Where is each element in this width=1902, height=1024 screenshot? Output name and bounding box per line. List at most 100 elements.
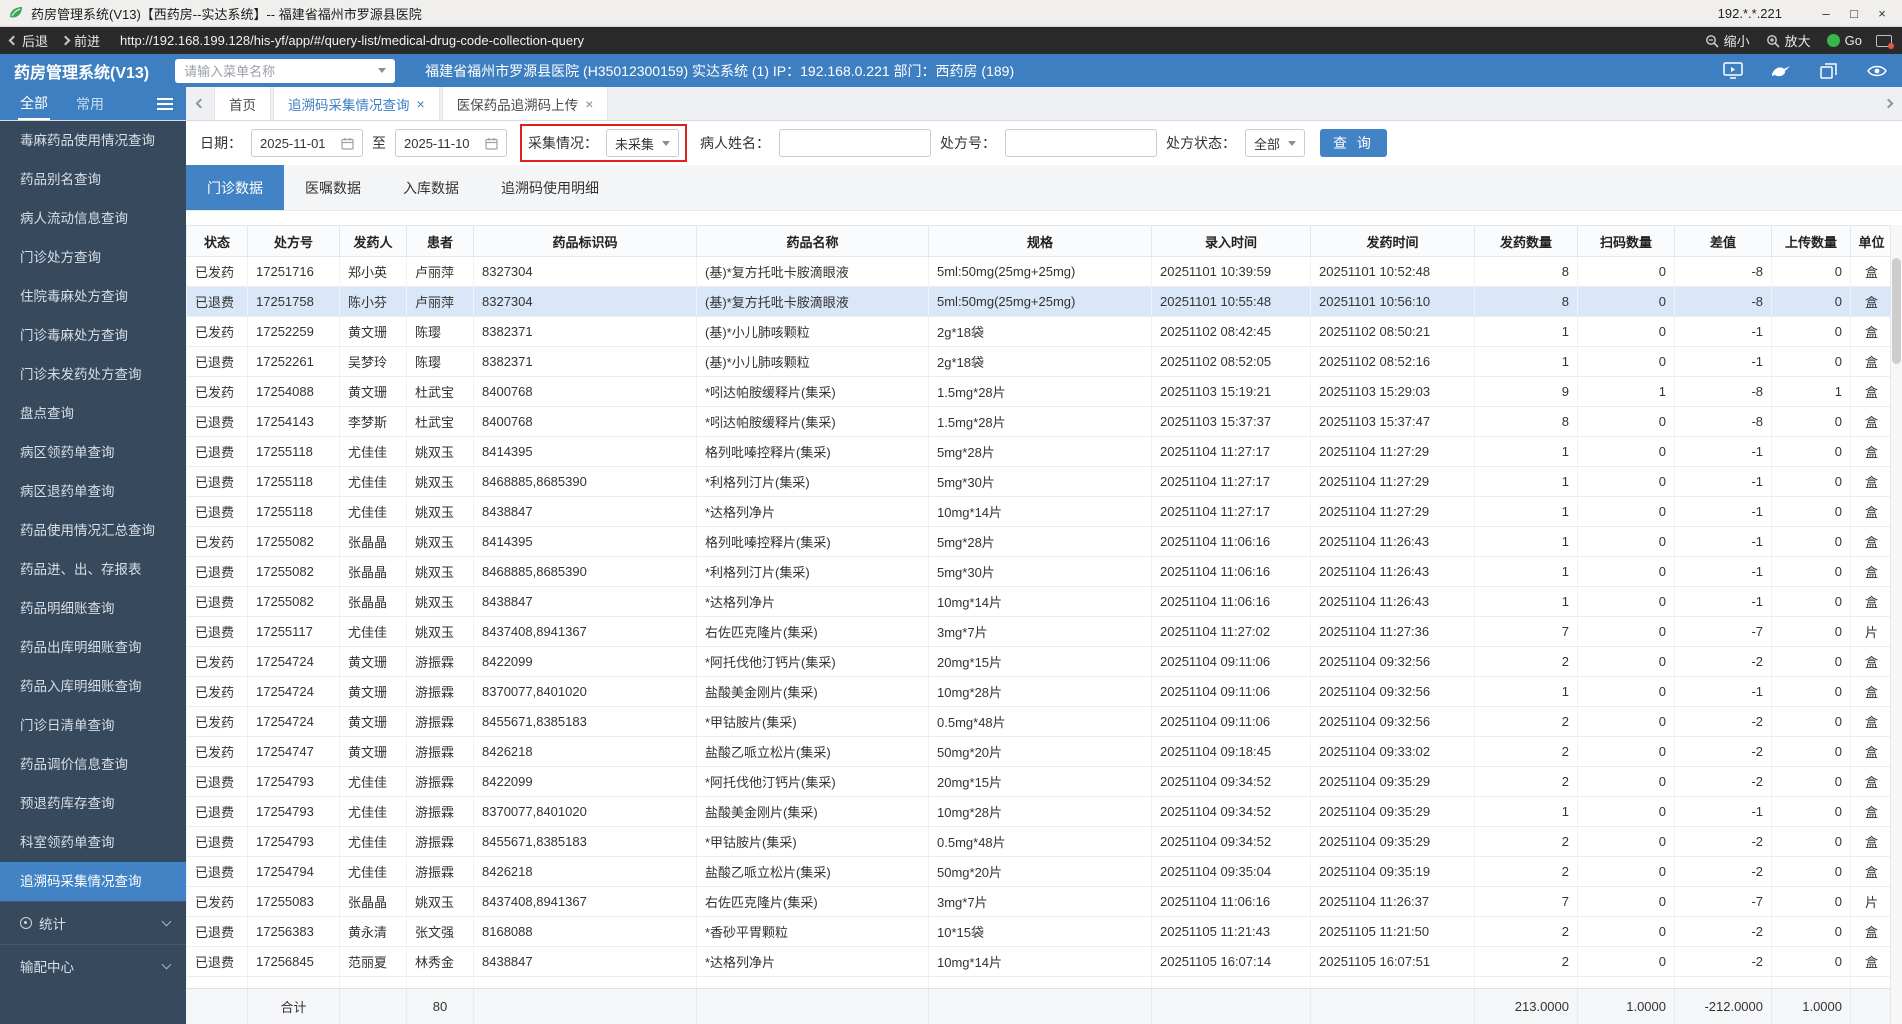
hamburger-icon[interactable]	[157, 102, 173, 105]
table-row[interactable]: 已退费 17254143 李梦斯 杜武宝 8400768 *吲达帕胺缓释片(集采) 1.5m…	[186, 406, 1893, 437]
zoom-out-button[interactable]: 缩小	[1705, 31, 1750, 50]
forward-button[interactable]: 前进	[60, 31, 100, 50]
patient-name-input[interactable]	[779, 129, 932, 157]
tabs-scroll-right-button[interactable]	[1874, 87, 1902, 120]
sidebar-item[interactable]: 科室领药单查询	[0, 823, 186, 862]
table-row[interactable]: 已发药 17254724 黄文珊 游振霖 8422099 *阿托伐他汀钙片(集采) 20mg…	[186, 646, 1893, 677]
sidebar-item[interactable]: 门诊日清单查询	[0, 706, 186, 745]
monitor-cast-icon[interactable]	[1722, 60, 1744, 82]
table-row[interactable]: 已退费 17256845 范丽夏 林秀金 8438847 *达格列净片 10mg*14片 20…	[186, 946, 1893, 977]
data-tab[interactable]: 门诊数据	[186, 165, 284, 210]
sidebar-item[interactable]: 药品调价信息查询	[0, 745, 186, 784]
close-tab-icon[interactable]: ×	[585, 96, 593, 112]
rx-status-select[interactable]: 全部	[1245, 129, 1306, 157]
table-row[interactable]: 已发药 17254088 黄文珊 杜武宝 8400768 *吲达帕胺缓释片(集采) 1.5m…	[186, 376, 1893, 407]
sidebar-item[interactable]: 毒麻药品使用情况查询	[0, 121, 186, 160]
close-tab-icon[interactable]: ×	[417, 96, 425, 112]
sidebar-item[interactable]: 药品进、出、存报表	[0, 550, 186, 589]
sidebar-item[interactable]: 住院毒麻处方查询	[0, 277, 186, 316]
minimize-button[interactable]: –	[1812, 2, 1840, 24]
sidebar-item[interactable]: 病人流动信息查询	[0, 199, 186, 238]
column-header[interactable]: 发药数量	[1474, 225, 1578, 257]
sidebar-item[interactable]: 病区退药单查询	[0, 472, 186, 511]
maximize-button[interactable]: □	[1840, 2, 1868, 24]
bird-icon[interactable]	[1770, 60, 1792, 82]
table-row[interactable]: 已退费 17254793 尤佳佳 游振霖 8422099 *阿托伐他汀钙片(集采) 20mg…	[186, 766, 1893, 797]
sidebar-item[interactable]: 药品别名查询	[0, 160, 186, 199]
vertical-scrollbar[interactable]	[1890, 225, 1902, 1024]
table-row[interactable]: 已发药 17254747 黄文珊 游振霖 8426218 盐酸乙哌立松片(集采) 50mg*…	[186, 736, 1893, 767]
table-row[interactable]: 已退费 17255082 张晶晶 姚双玉 8438847 *达格列净片 10mg*14片 20…	[186, 586, 1893, 617]
sidebar-item[interactable]: 药品出库明细账查询	[0, 628, 186, 667]
table-row[interactable]: 已发药 17252259 黄文珊 陈璎 8382371 (基)*小儿肺咳颗粒 2g*18袋 2…	[186, 316, 1893, 347]
sidebar-item[interactable]: 预退药库存查询	[0, 784, 186, 823]
table-row[interactable]: 已发药 17255082 张晶晶 姚双玉 8414395 格列吡嗪控释片(集采) 5mg*2…	[186, 526, 1893, 557]
table-row[interactable]: 已退费 17254793 尤佳佳 游振霖 8455671,8385183 *甲钴胺片(集采…	[186, 826, 1893, 857]
sidebar-group-dispatch-center[interactable]: 输配中心	[0, 944, 186, 987]
tab-all-menus[interactable]: 全部	[18, 88, 50, 120]
close-button[interactable]: ×	[1868, 2, 1896, 24]
column-header[interactable]: 规格	[928, 225, 1152, 257]
table-row[interactable]: 已退费 17254794 尤佳佳 游振霖 8426218 盐酸乙哌立松片(集采) 50mg*…	[186, 856, 1893, 887]
column-header[interactable]: 差值	[1674, 225, 1772, 257]
data-tab[interactable]: 追溯码使用明细	[480, 165, 620, 210]
url-bar[interactable]: http://192.168.199.128/his-yf/app/#/quer…	[114, 33, 1689, 48]
column-header[interactable]: 患者	[406, 225, 474, 257]
zoom-in-button[interactable]: 放大	[1766, 31, 1811, 50]
table-row[interactable]: 已退费 17255118 尤佳佳 姚双玉 8414395 格列吡嗪控释片(集采) 5mg*2…	[186, 436, 1893, 467]
table-row[interactable]: 已发药 17254724 黄文珊 游振霖 8455671,8385183 *甲钴胺片(集采…	[186, 706, 1893, 737]
eye-icon[interactable]	[1866, 60, 1888, 82]
table-cell: 1	[1474, 466, 1578, 497]
column-header[interactable]: 发药时间	[1310, 225, 1475, 257]
column-header[interactable]: 上传数量	[1771, 225, 1851, 257]
table-row[interactable]: 已退费 17255082 张晶晶 姚双玉 8468885,8685390 *利格列汀片(集…	[186, 556, 1893, 587]
screenshot-icon[interactable]	[1876, 34, 1894, 49]
table-cell: 张晶晶	[339, 886, 407, 917]
sidebar-item[interactable]: 药品明细账查询	[0, 589, 186, 628]
column-header[interactable]: 单位	[1850, 225, 1893, 257]
sidebar-item[interactable]: 门诊处方查询	[0, 238, 186, 277]
column-header[interactable]: 录入时间	[1151, 225, 1311, 257]
table-row[interactable]: 已退费 17255118 尤佳佳 姚双玉 8468885,8685390 *利格列汀片(集…	[186, 466, 1893, 497]
column-header[interactable]: 药品标识码	[473, 225, 697, 257]
sidebar-item[interactable]: 药品入库明细账查询	[0, 667, 186, 706]
tabs-scroll-left-button[interactable]	[186, 87, 214, 120]
collect-status-select[interactable]: 未采集	[606, 129, 680, 157]
table-row[interactable]: 已退费 17254793 尤佳佳 游振霖 8370077,8401020 盐酸美金刚片(集…	[186, 796, 1893, 827]
table-row[interactable]: 已退费 17256383 黄永清 张文强 8168088 *香砂平胃颗粒 10*15袋 202…	[186, 916, 1893, 947]
date-from-input[interactable]: 2025-11-01	[251, 129, 363, 157]
scrollbar-thumb[interactable]	[1892, 258, 1901, 364]
go-button[interactable]: Go	[1826, 33, 1862, 48]
menu-search-select[interactable]: 请输入菜单名称	[175, 58, 396, 83]
table-row[interactable]: 已发药 17254724 黄文珊 游振霖 8370077,8401020 盐酸美金刚片(集…	[186, 676, 1893, 707]
sidebar-group-statistics[interactable]: 统计	[0, 901, 186, 944]
table-row[interactable]: 已发药 17251716 郑小英 卢丽萍 8327304 (基)*复方托吡卡胺滴眼液 5ml…	[186, 256, 1893, 287]
column-header[interactable]: 状态	[186, 225, 248, 257]
tab-common-menus[interactable]: 常用	[76, 94, 104, 114]
sidebar-item[interactable]: 门诊未发药处方查询	[0, 355, 186, 394]
table-row[interactable]: 已发药 17255083 张晶晶 姚双玉 8437408,8941367 右佐匹克隆片(集…	[186, 886, 1893, 917]
column-header[interactable]: 扫码数量	[1577, 225, 1675, 257]
date-to-input[interactable]: 2025-11-10	[395, 129, 507, 157]
column-header[interactable]: 处方号	[247, 225, 340, 257]
table-row[interactable]: 已退费 17255118 尤佳佳 姚双玉 8438847 *达格列净片 10mg*14片 20…	[186, 496, 1893, 527]
sidebar-item[interactable]: 病区领药单查询	[0, 433, 186, 472]
rx-number-input[interactable]	[1005, 129, 1158, 157]
sidebar-item[interactable]: 药品使用情况汇总查询	[0, 511, 186, 550]
sidebar-item[interactable]: 门诊毒麻处方查询	[0, 316, 186, 355]
sidebar-item[interactable]: 追溯码采集情况查询	[0, 862, 186, 901]
column-header[interactable]: 发药人	[339, 225, 407, 257]
back-button[interactable]: 后退	[8, 31, 48, 50]
window-tab[interactable]: 医保药品追溯码上传 ×	[441, 87, 609, 120]
query-button[interactable]: 查 询	[1320, 129, 1387, 157]
table-row[interactable]: 已退费 17251758 陈小芬 卢丽萍 8327304 (基)*复方托吡卡胺滴眼液 5ml…	[186, 286, 1893, 317]
sidebar-item[interactable]: 盘点查询	[0, 394, 186, 433]
data-tab[interactable]: 入库数据	[382, 165, 480, 210]
window-tab[interactable]: 首页	[214, 87, 271, 120]
window-tab[interactable]: 追溯码采集情况查询 ×	[273, 87, 440, 120]
column-header[interactable]: 药品名称	[696, 225, 929, 257]
window-stack-icon[interactable]	[1818, 60, 1840, 82]
data-tab[interactable]: 医嘱数据	[284, 165, 382, 210]
table-row[interactable]: 已退费 17255117 尤佳佳 姚双玉 8437408,8941367 右佐匹克隆片(集…	[186, 616, 1893, 647]
table-row[interactable]: 已退费 17252261 吴梦玲 陈璎 8382371 (基)*小儿肺咳颗粒 2g*18袋 2…	[186, 346, 1893, 377]
